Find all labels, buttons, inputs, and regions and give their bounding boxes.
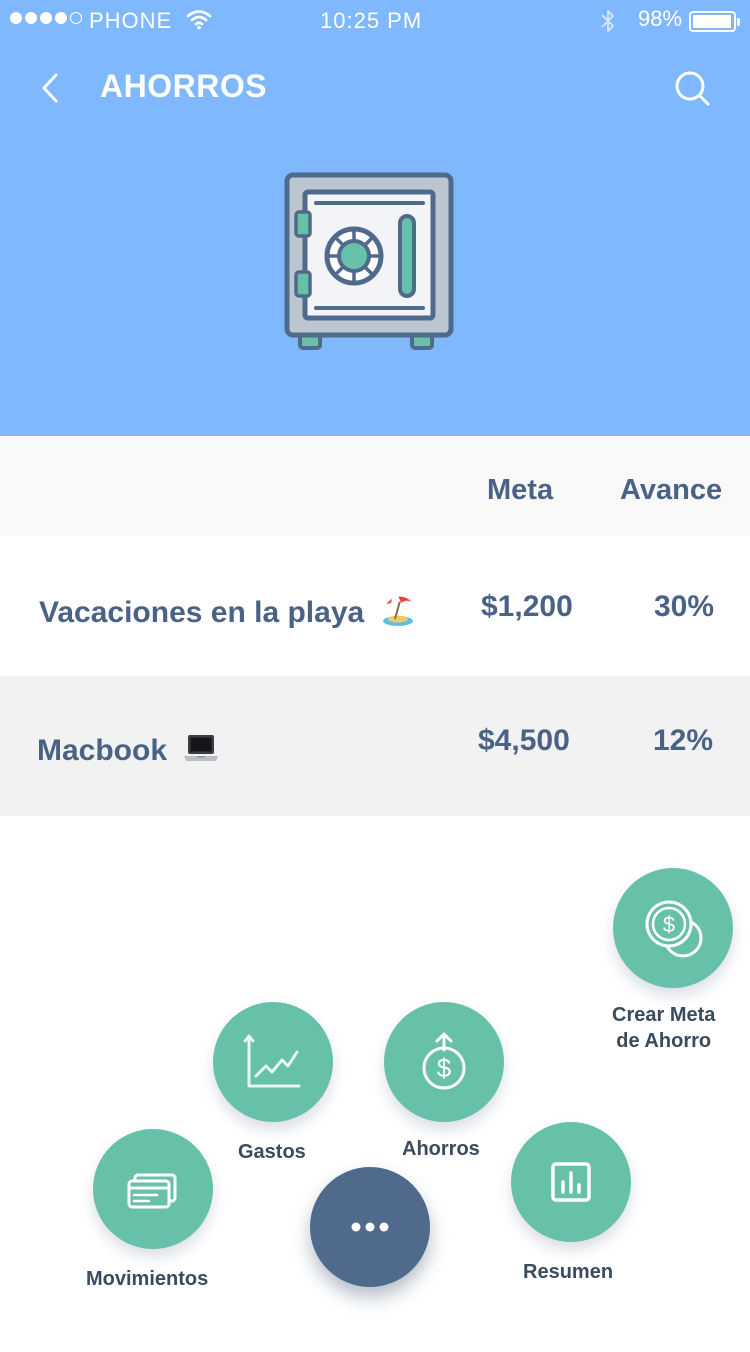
svg-text:$: $ — [437, 1053, 452, 1083]
coins-icon: $ — [645, 900, 703, 958]
line-chart-icon — [243, 1034, 301, 1088]
goal-meta: $4,500 — [478, 724, 570, 757]
clock: 10:25 PM — [320, 8, 423, 33]
search-icon — [675, 71, 710, 106]
more-button[interactable] — [310, 1167, 430, 1287]
safe-icon — [284, 172, 454, 350]
savings-button[interactable]: $ — [384, 1002, 504, 1122]
search-button[interactable] — [670, 66, 714, 110]
goal-meta: $1,200 — [481, 590, 573, 623]
goal-name: Macbook — [37, 732, 219, 772]
table-row[interactable]: Vacaciones en la playa $1,200 30% — [0, 536, 750, 676]
summary-button[interactable] — [511, 1122, 631, 1242]
credit-card-icon — [127, 1173, 177, 1209]
table-row[interactable]: Macbook $4,500 12% — [0, 676, 750, 816]
signal-icon — [10, 12, 82, 24]
chevron-left-icon — [42, 73, 58, 103]
battery-icon — [689, 11, 740, 32]
column-avance: Avance — [620, 474, 723, 506]
svg-text:$: $ — [663, 912, 675, 937]
savings-label: Ahorros — [402, 1138, 480, 1160]
table-header: Meta Avance — [0, 436, 750, 536]
create-goal-button[interactable]: $ — [613, 868, 733, 988]
summary-label: Resumen — [523, 1261, 614, 1283]
goal-name: Vacaciones en la playa — [39, 592, 416, 636]
dollar-up-icon: $ — [422, 1032, 466, 1090]
goal-progress: 30% — [654, 590, 715, 623]
battery-percent: 98% — [638, 6, 683, 31]
movements-button[interactable] — [93, 1129, 213, 1249]
more-horizontal-icon — [351, 1222, 389, 1232]
wifi-icon — [186, 8, 212, 36]
column-meta: Meta — [487, 474, 554, 506]
carrier-name: PHONE — [89, 8, 173, 33]
expenses-label: Gastos — [238, 1141, 306, 1163]
goal-progress: 12% — [653, 724, 714, 757]
beach-umbrella-icon — [380, 592, 416, 636]
back-button[interactable] — [34, 68, 74, 108]
bluetooth-icon — [598, 8, 618, 40]
laptop-icon — [183, 732, 219, 772]
expenses-button[interactable] — [213, 1002, 333, 1122]
status-bar: PHONE 10:25 PM 98% — [0, 0, 750, 42]
bar-chart-icon — [551, 1162, 591, 1202]
create-goal-label: Crear Meta de Ahorro — [612, 1004, 716, 1052]
header: PHONE 10:25 PM 98% AHORROS — [0, 0, 750, 436]
movements-label: Movimientos — [86, 1268, 209, 1290]
page-title: AHORROS — [100, 68, 268, 104]
